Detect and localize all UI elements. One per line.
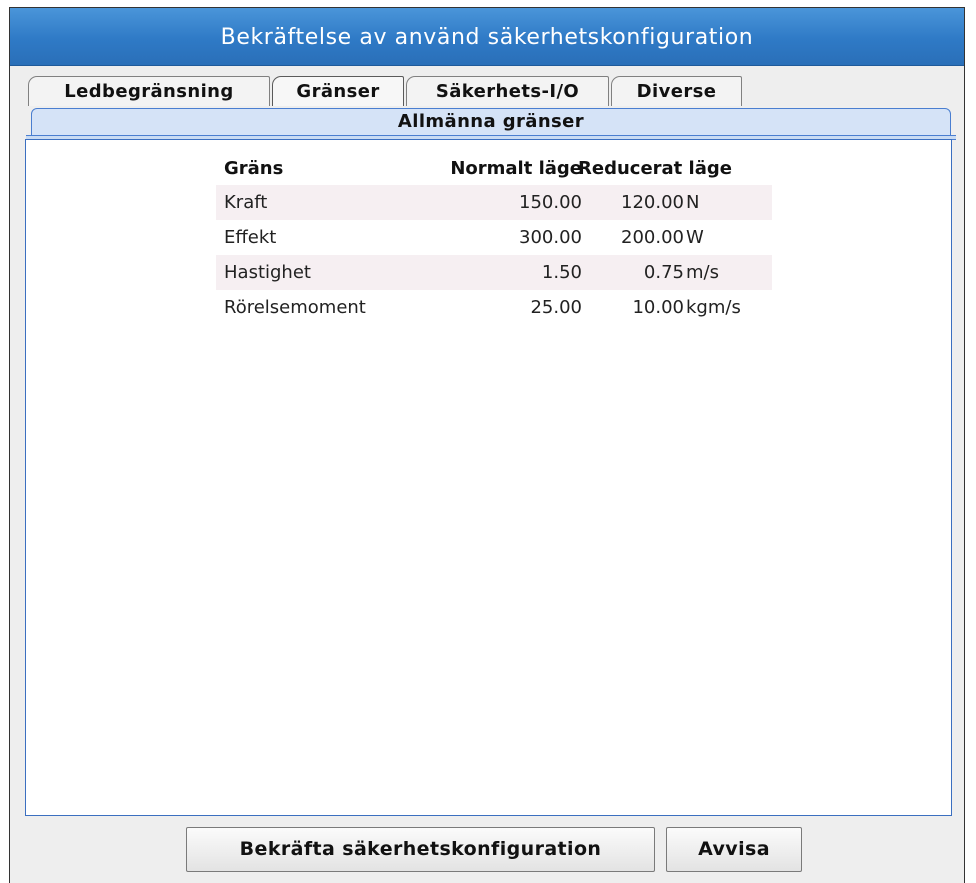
reduced-value: 120.00 — [621, 192, 684, 213]
normal-value: 1.50 — [541, 262, 582, 283]
subtab-allmanna-granser[interactable]: Allmänna gränser — [31, 108, 951, 136]
tab-label: Säkerhets-I/O — [435, 81, 580, 102]
normal-value: 25.00 — [530, 297, 582, 318]
dialog-title: Bekräftelse av använd säkerhetskonfigura… — [220, 25, 754, 50]
table-header-row: Gräns Normalt läge Reducerat läge — [216, 153, 772, 185]
subtab-label: Allmänna gränser — [397, 111, 585, 132]
normal-value: 150.00 — [519, 192, 582, 213]
reject-button[interactable]: Avvisa — [666, 827, 802, 872]
unit: kgm/s — [686, 297, 741, 318]
tab-sakerhets-io[interactable]: Säkerhets-I/O — [406, 76, 609, 106]
tab-granser[interactable]: Gränser — [272, 76, 404, 106]
limits-table: Gräns Normalt läge Reducerat läge Kraft … — [216, 153, 772, 325]
header-grans: Gräns — [224, 158, 284, 179]
limit-name: Rörelsemoment — [224, 297, 366, 318]
confirm-button-label: Bekräfta säkerhetskonfiguration — [239, 838, 602, 860]
unit: m/s — [686, 262, 719, 283]
limit-name: Effekt — [224, 227, 277, 248]
dialog-titlebar: Bekräftelse av använd säkerhetskonfigura… — [10, 8, 964, 66]
table-row: Hastighet 1.50 0.75 m/s — [216, 255, 772, 290]
table-row: Rörelsemoment 25.00 10.00 kgm/s — [216, 290, 772, 325]
confirm-safety-config-button[interactable]: Bekräfta säkerhetskonfiguration — [186, 827, 655, 872]
table-row: Effekt 300.00 200.00 W — [216, 220, 772, 255]
table-row: Kraft 150.00 120.00 N — [216, 185, 772, 220]
tab-label: Ledbegränsning — [64, 81, 234, 102]
limits-panel: Gräns Normalt läge Reducerat läge Kraft … — [25, 139, 952, 816]
unit: N — [686, 192, 700, 213]
header-reduced-mode: Reducerat läge — [578, 158, 732, 179]
unit: W — [686, 227, 704, 248]
limit-name: Kraft — [224, 192, 268, 213]
header-normal-mode: Normalt läge — [450, 158, 582, 179]
tab-diverse[interactable]: Diverse — [611, 76, 742, 106]
tab-ledbegransning[interactable]: Ledbegränsning — [28, 76, 270, 106]
reduced-value: 200.00 — [621, 227, 684, 248]
reduced-value: 10.00 — [632, 297, 684, 318]
tab-label: Diverse — [636, 81, 717, 102]
reduced-value: 0.75 — [643, 262, 684, 283]
confirm-safety-config-dialog: Bekräftelse av använd säkerhetskonfigura… — [9, 7, 965, 883]
normal-value: 300.00 — [519, 227, 582, 248]
tab-label: Gränser — [296, 81, 380, 102]
reject-button-label: Avvisa — [698, 838, 770, 860]
limit-name: Hastighet — [224, 262, 311, 283]
